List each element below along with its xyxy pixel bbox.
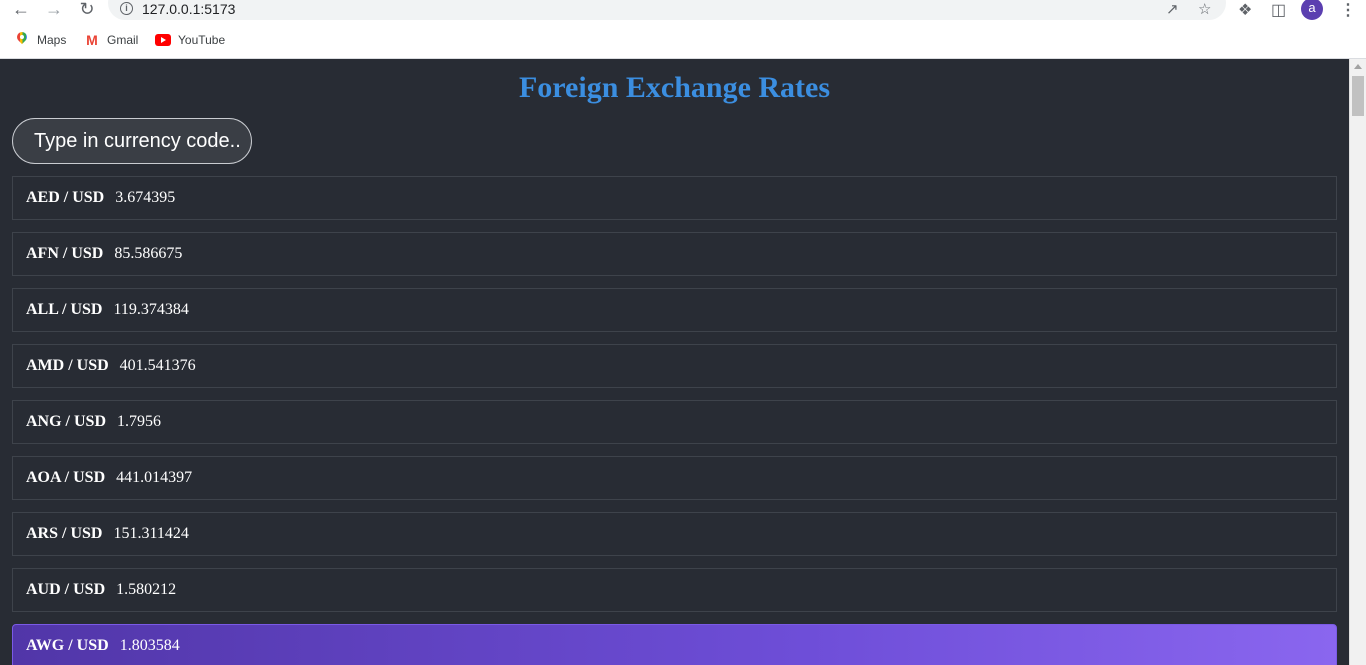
reload-icon[interactable]: ↻ [76,0,98,18]
page-viewport: Foreign Exchange Rates AED / USD 3.67439… [0,59,1349,665]
rate-list-item[interactable]: ANG / USD 1.7956 [12,400,1337,444]
rate-value: 1.803584 [119,637,180,654]
rate-value: 1.580212 [116,581,177,598]
bookmark-label: Gmail [107,33,139,47]
currency-pair: ALL / USD [26,301,103,318]
rate-value: 401.541376 [119,357,196,374]
maps-icon [14,32,30,48]
scroll-up-arrow-icon[interactable] [1354,64,1362,69]
address-bar[interactable]: i 127.0.0.1:5173 ↗ ☆ [108,0,1226,20]
address-bar-url[interactable]: 127.0.0.1:5173 [142,1,235,17]
currency-pair: ANG / USD [26,413,107,430]
rate-list-item[interactable]: AOA / USD 441.014397 [12,456,1337,500]
rate-list-item[interactable]: ARS / USD 151.311424 [12,512,1337,556]
bookmark-maps[interactable]: Maps [14,32,66,48]
browser-menu-icon[interactable]: ⋮ [1340,0,1356,20]
bookmark-youtube[interactable]: YouTube [155,32,225,48]
rate-list-item[interactable]: AFN / USD 85.586675 [12,232,1337,276]
currency-pair: ARS / USD [26,525,103,542]
rate-list-item[interactable]: AED / USD 3.674395 [12,176,1337,220]
extensions-icon[interactable]: ❖ [1238,0,1252,20]
scroll-thumb[interactable] [1352,76,1364,116]
currency-search-input[interactable] [12,118,252,164]
bookmark-gmail[interactable]: M Gmail [84,32,138,48]
profile-avatar[interactable]: a [1301,0,1323,20]
currency-pair: AUD / USD [26,581,106,598]
site-info-icon[interactable]: i [120,2,133,15]
currency-pair: AFN / USD [26,245,104,262]
currency-pair: AWG / USD [26,637,109,654]
rate-value: 441.014397 [116,469,193,486]
rate-list-item[interactable]: AUD / USD 1.580212 [12,568,1337,612]
rate-value: 151.311424 [113,525,189,542]
currency-pair: AMD / USD [26,357,109,374]
bookmark-label: YouTube [178,33,226,47]
bookmark-label: Maps [37,33,67,47]
rate-list-item-highlighted[interactable]: AWG / USD 1.803584 [12,624,1337,665]
rate-list-item[interactable]: ALL / USD 119.374384 [12,288,1337,332]
vertical-scrollbar[interactable] [1349,59,1366,665]
bookmark-star-icon[interactable]: ☆ [1198,0,1211,18]
rate-value: 3.674395 [115,189,176,206]
back-arrow-icon[interactable]: ← [10,0,32,18]
forward-arrow-icon[interactable]: → [43,0,65,18]
rate-value: 1.7956 [117,413,162,430]
rate-value: 85.586675 [114,245,183,262]
currency-pair: AOA / USD [26,469,106,486]
side-panel-icon[interactable]: ◫ [1271,0,1286,20]
currency-pair: AED / USD [26,189,105,206]
youtube-icon [155,32,171,48]
browser-toolbar: ← → ↻ i 127.0.0.1:5173 ↗ ☆ ❖ ◫ a ⋮ [0,0,1366,20]
rate-value: 119.374384 [113,301,189,318]
rate-list-item[interactable]: AMD / USD 401.541376 [12,344,1337,388]
page-title: Foreign Exchange Rates [518,71,831,104]
bookmarks-bar: Maps M Gmail YouTube [0,20,1366,59]
share-icon[interactable]: ↗ [1166,0,1179,18]
gmail-icon: M [86,32,98,48]
